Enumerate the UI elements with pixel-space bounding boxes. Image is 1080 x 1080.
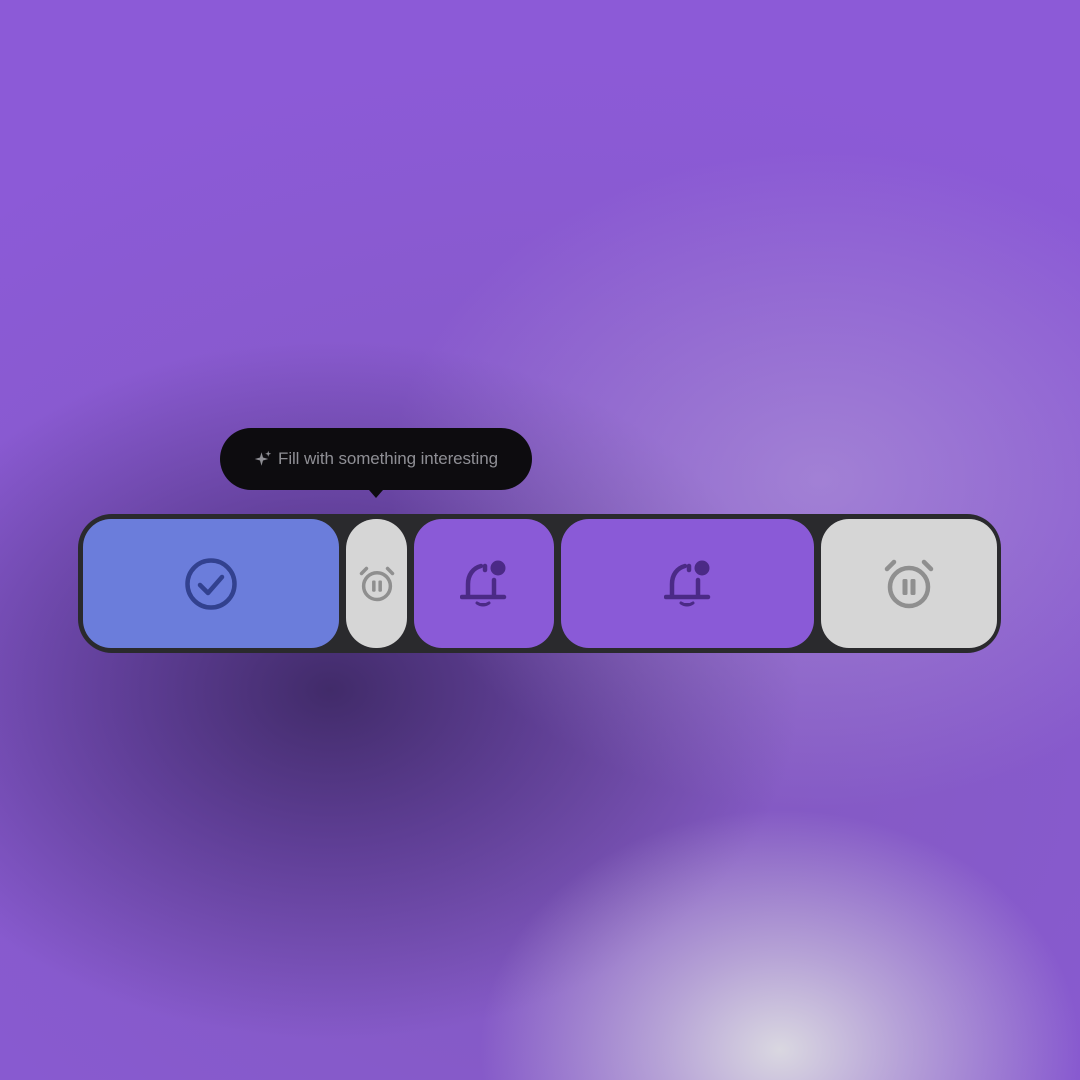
segment-alarm-pause-small[interactable] (346, 519, 407, 648)
segment-bell-small[interactable] (414, 519, 554, 648)
segment-bell-large[interactable] (561, 519, 814, 648)
alarm-pause-icon (884, 559, 934, 608)
alarm-pause-icon (359, 566, 394, 601)
segmented-control-bar (78, 514, 1001, 653)
suggestion-tooltip[interactable]: Fill with something interesting (220, 428, 532, 498)
bell-notification-icon (460, 560, 507, 606)
segment-alarm-pause-large[interactable] (821, 519, 997, 648)
check-circle-icon (185, 557, 237, 610)
bell-notification-icon (663, 560, 710, 606)
sparkle-icon (254, 450, 272, 466)
segment-check[interactable] (83, 519, 339, 648)
tooltip-text: Fill with something interesting (278, 449, 498, 468)
